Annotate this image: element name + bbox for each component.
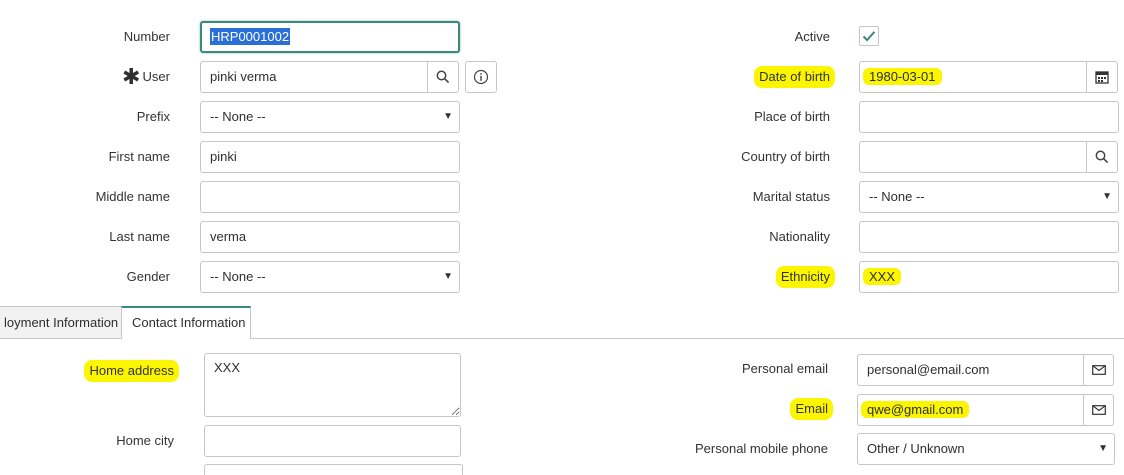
envelope-icon [1091, 365, 1106, 375]
place-of-birth-label: Place of birth [754, 109, 830, 124]
tab-contact-information[interactable]: Contact Information [121, 306, 251, 339]
envelope-icon [1091, 405, 1106, 415]
first-name-label: First name [108, 149, 170, 164]
last-name-field[interactable]: verma [200, 221, 460, 253]
date-picker-button[interactable] [1086, 61, 1118, 93]
personal-mobile-label: Personal mobile phone [695, 441, 828, 456]
date-of-birth-label: Date of birth [755, 67, 834, 87]
user-lookup-button[interactable] [427, 61, 459, 93]
checkmark-icon [862, 31, 876, 42]
required-asterisk-icon: ✱ [122, 64, 141, 89]
prefix-label: Prefix [136, 109, 170, 124]
personal-email-send-button[interactable] [1083, 354, 1114, 386]
caret-down-icon: ▼ [443, 271, 453, 282]
user-label: User [142, 69, 170, 84]
gender-value: -- None -- [210, 269, 266, 284]
caret-down-icon: ▼ [1098, 443, 1108, 454]
number-value: HRP0001002 [210, 28, 291, 45]
middle-name-label: Middle name [95, 189, 170, 204]
gender-label: Gender [126, 269, 170, 284]
home-address-textarea[interactable]: XXX [204, 353, 461, 417]
ethnicity-label: Ethnicity [776, 267, 834, 287]
ethnicity-field[interactable]: XXX [859, 261, 1119, 293]
email-send-button[interactable] [1083, 394, 1114, 426]
email-field[interactable]: qwe@gmail.com [857, 394, 1084, 426]
prefix-select[interactable]: -- None -- ▼ [200, 101, 460, 133]
email-value: qwe@gmail.com [861, 401, 970, 418]
country-lookup-button[interactable] [1086, 141, 1118, 173]
info-icon [473, 69, 489, 85]
active-label: Active [794, 29, 830, 44]
personal-email-field[interactable]: personal@email.com [857, 354, 1084, 386]
date-of-birth-field[interactable]: 1980-03-01 [859, 61, 1087, 93]
caret-down-icon: ▼ [443, 111, 453, 122]
home-city-label: Home city [116, 433, 174, 448]
tab-employment-information[interactable]: loyment Information [0, 306, 122, 338]
nationality-label: Nationality [769, 229, 830, 244]
country-of-birth-label: Country of birth [741, 149, 830, 164]
search-icon [436, 70, 450, 84]
home-address-label: Home address [85, 361, 178, 381]
marital-status-label: Marital status [752, 189, 830, 204]
user-info-button[interactable] [465, 61, 497, 93]
date-of-birth-value: 1980-03-01 [863, 68, 942, 85]
nationality-field[interactable] [859, 221, 1119, 253]
last-name-value: verma [210, 229, 247, 244]
caret-down-icon: ▼ [1102, 191, 1112, 202]
number-field[interactable]: HRP0001002 [200, 21, 460, 53]
personal-mobile-value: Other / Unknown [867, 441, 965, 456]
personal-email-value: personal@email.com [867, 362, 990, 377]
personal-email-label: Personal email [742, 361, 828, 376]
tab-contact-label: Contact Information [132, 315, 246, 330]
prefix-value: -- None -- [210, 109, 266, 124]
home-city-field[interactable] [204, 425, 461, 457]
calendar-icon [1095, 71, 1109, 84]
middle-name-field[interactable] [200, 181, 460, 213]
user-field[interactable]: pinki verma [200, 61, 428, 93]
personal-mobile-select[interactable]: Other / Unknown ▼ [857, 433, 1115, 465]
place-of-birth-field[interactable] [859, 101, 1119, 133]
email-label: Email [791, 399, 832, 419]
user-value: pinki verma [210, 69, 277, 84]
active-checkbox[interactable] [859, 26, 879, 46]
ethnicity-value: XXX [863, 268, 902, 285]
first-name-field[interactable]: pinki [200, 141, 460, 173]
last-name-label: Last name [109, 229, 170, 244]
search-icon [1095, 150, 1109, 164]
marital-status-select[interactable]: -- None -- ▼ [859, 181, 1119, 213]
marital-status-value: -- None -- [869, 189, 925, 204]
country-of-birth-field[interactable] [859, 141, 1087, 173]
tab-employment-label: loyment Information [4, 315, 119, 330]
first-name-value: pinki [210, 149, 237, 164]
gender-select[interactable]: -- None -- ▼ [200, 261, 460, 293]
number-label: Number [123, 29, 170, 44]
